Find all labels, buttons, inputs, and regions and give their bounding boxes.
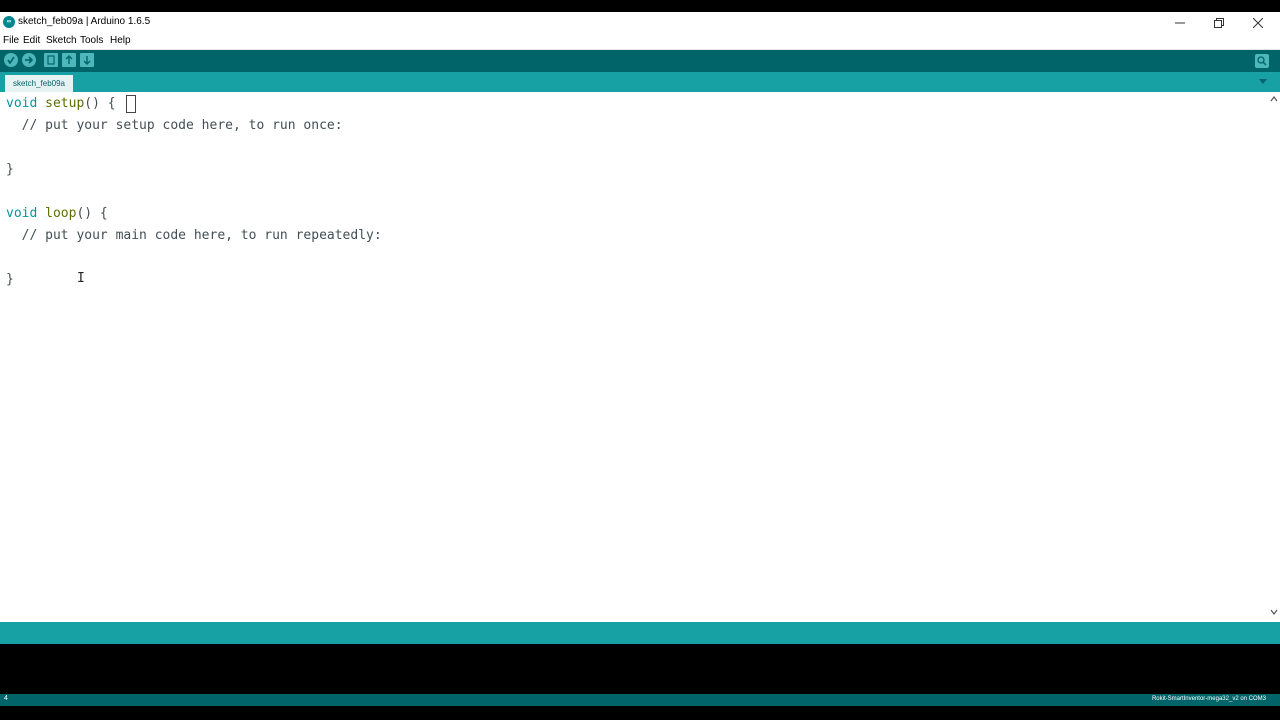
close-button[interactable] <box>1238 12 1278 33</box>
board-port-info: Rokit-SmartInventor-mega32_v2 on COM3 <box>1151 696 1266 702</box>
output-console[interactable] <box>0 644 1280 694</box>
upload-button[interactable] <box>22 53 36 67</box>
scroll-up-button[interactable] <box>1268 94 1280 104</box>
keyword-type: void <box>6 96 38 111</box>
scroll-down-button[interactable] <box>1268 607 1280 617</box>
line-number: 4 <box>4 695 8 702</box>
function-name: loop <box>45 206 77 221</box>
open-arrow-icon <box>65 55 73 64</box>
bracket-match-highlight <box>126 95 136 113</box>
minimize-button[interactable] <box>1160 12 1200 33</box>
save-sketch-button[interactable] <box>80 53 94 67</box>
code-comment: // put your main code here, to run repea… <box>6 228 382 243</box>
message-bar <box>0 622 1280 644</box>
function-name: setup <box>45 96 85 111</box>
code-line: void setup() { <box>6 96 116 111</box>
footer-status: 4 Rokit-SmartInventor-mega32_v2 on COM3 <box>0 694 1280 706</box>
editor-scrollbar[interactable] <box>1268 92 1280 620</box>
minimize-icon <box>1175 22 1185 23</box>
magnifier-icon <box>1257 56 1267 66</box>
code-text: () { <box>76 206 108 221</box>
code-line: } <box>6 272 14 287</box>
upload-icon <box>25 56 34 64</box>
code-line: } <box>6 162 14 177</box>
chevron-down-icon <box>1259 79 1267 84</box>
i-beam-cursor-icon: I <box>77 271 85 286</box>
keyword-type: void <box>6 206 38 221</box>
tab-menu-button[interactable] <box>1258 76 1268 86</box>
menu-edit[interactable]: Edit <box>23 35 40 46</box>
restore-button[interactable] <box>1199 12 1239 33</box>
verify-icon <box>7 56 15 65</box>
menu-file[interactable]: File <box>3 35 19 46</box>
verify-button[interactable] <box>4 53 18 67</box>
title-bar: ∞ sketch_feb09a | Arduino 1.6.5 <box>0 12 1280 33</box>
code-text: () { <box>84 96 116 111</box>
close-icon <box>1253 17 1263 28</box>
toolbar <box>0 50 1280 72</box>
arduino-logo-icon: ∞ <box>3 16 15 28</box>
menu-bar: File Edit Sketch Tools Help <box>0 33 1280 50</box>
arduino-ide-window: ∞ sketch_feb09a | Arduino 1.6.5 File Edi… <box>0 12 1280 706</box>
restore-icon <box>1214 17 1224 28</box>
chevron-down-icon <box>1270 609 1278 615</box>
new-sketch-button[interactable] <box>44 53 58 67</box>
open-sketch-button[interactable] <box>62 53 76 67</box>
save-arrow-icon <box>83 56 91 65</box>
chevron-up-icon <box>1270 96 1278 102</box>
code-editor[interactable]: void setup() { // put your setup code he… <box>0 92 1268 620</box>
window-title: sketch_feb09a | Arduino 1.6.5 <box>18 16 151 27</box>
menu-help[interactable]: Help <box>110 35 131 46</box>
tab-bar: sketch_feb09a <box>0 72 1280 92</box>
code-comment: // put your setup code here, to run once… <box>6 118 343 133</box>
tab-sketch-feb09a[interactable]: sketch_feb09a <box>5 75 73 92</box>
serial-monitor-button[interactable] <box>1255 54 1269 68</box>
code-line: void loop() { <box>6 206 108 221</box>
menu-tools[interactable]: Tools <box>80 35 103 46</box>
menu-sketch[interactable]: Sketch <box>46 35 77 46</box>
new-file-icon <box>47 55 55 65</box>
